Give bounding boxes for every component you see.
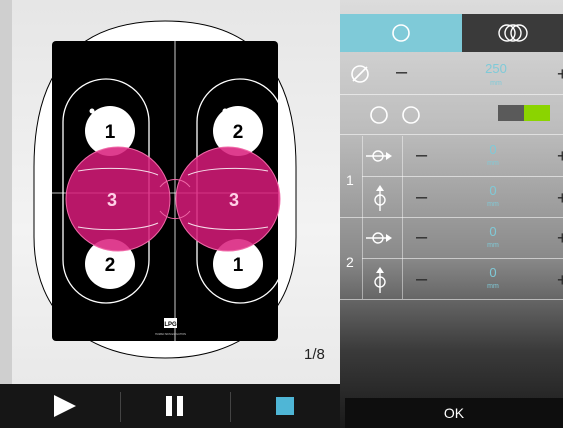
zone-3-left-label: 3 <box>107 190 117 210</box>
tab-single-circle[interactable] <box>340 14 462 52</box>
vertical-offset-icon <box>374 267 386 293</box>
zone-1-bottom-label: 1 <box>233 255 244 276</box>
stage-edge <box>0 0 12 384</box>
treatment-stage: 1 2 3 3 2 1 LPG HUMAN SKIN EVOLUTION 1/8 <box>0 0 340 384</box>
diameter-icon <box>351 65 369 83</box>
diameter-row: – 250 mm + <box>340 52 563 94</box>
zone-2-top-label: 2 <box>233 122 244 143</box>
zone-1-top-label: 1 <box>105 122 116 143</box>
group-2-vertical-plus-button[interactable]: + <box>557 271 563 289</box>
diameter-value[interactable]: 250 <box>466 61 526 76</box>
diameter-plus-button[interactable]: + <box>557 65 563 83</box>
dual-circle-icon <box>370 106 420 124</box>
group-2-horizontal-row: – 0 mm + <box>340 218 563 258</box>
stop-button[interactable] <box>230 384 340 428</box>
app-window: 1 2 3 3 2 1 LPG HUMAN SKIN EVOLUTION 1/8 <box>0 0 563 428</box>
group-2-horizontal-minus-button[interactable]: – <box>416 227 427 247</box>
group-1-horizontal-unit: mm <box>487 160 499 167</box>
group-2-horizontal-unit: mm <box>487 242 499 249</box>
vertical-offset-icon <box>374 185 386 211</box>
group-2-vertical-minus-button[interactable]: – <box>416 269 427 289</box>
lpg-logo-caption: HUMAN SKIN EVOLUTION <box>155 333 186 336</box>
diameter-unit: mm <box>490 80 502 87</box>
horizontal-offset-icon <box>366 150 392 162</box>
group-1-horizontal-value[interactable]: 0 <box>463 142 523 157</box>
diameter-minus-button[interactable]: – <box>396 62 407 82</box>
settings-panel: – 250 mm + 1 – 0 mm + – 0 mm + 2 – 0 mm … <box>340 0 563 428</box>
single-circle-icon <box>392 24 410 42</box>
group-2-horizontal-plus-button[interactable]: + <box>557 229 563 247</box>
play-icon <box>54 395 76 417</box>
toggle-row <box>340 94 563 134</box>
group-1-horizontal-row: – 0 mm + <box>340 136 563 176</box>
group-1-vertical-row: – 0 mm + <box>340 177 563 217</box>
lpg-logo-text: LPG <box>164 322 177 328</box>
group-1-vertical-plus-button[interactable]: + <box>557 189 563 207</box>
transport-bar <box>0 384 340 428</box>
page-counter: 1/8 <box>304 346 325 363</box>
link-toggle[interactable] <box>498 105 550 121</box>
tab-multi-circle[interactable] <box>462 14 563 52</box>
group-1-vertical-unit: mm <box>487 201 499 208</box>
applicator-diagram: 1 2 3 3 2 1 LPG HUMAN SKIN EVOLUTION <box>33 20 297 359</box>
group-1-horizontal-minus-button[interactable]: – <box>416 145 427 165</box>
group-2-horizontal-value[interactable]: 0 <box>463 224 523 239</box>
group-1-vertical-minus-button[interactable]: – <box>416 187 427 207</box>
pause-button[interactable] <box>120 384 230 428</box>
mode-tabs <box>340 14 563 52</box>
roller-left[interactable] <box>65 146 171 252</box>
ok-button[interactable]: OK <box>345 398 563 428</box>
play-button[interactable] <box>10 384 120 428</box>
group-1-vertical-value[interactable]: 0 <box>463 183 523 198</box>
zone-3-right-label: 3 <box>229 190 239 210</box>
group-2-vertical-row: – 0 mm + <box>340 259 563 299</box>
horizontal-offset-icon <box>366 232 392 244</box>
pause-icon <box>166 396 183 416</box>
group-2-vertical-unit: mm <box>487 283 499 290</box>
zone-2-bottom-label: 2 <box>105 255 116 276</box>
stop-icon <box>276 397 294 415</box>
multi-circle-icon <box>497 24 528 42</box>
group-2-vertical-value[interactable]: 0 <box>463 265 523 280</box>
group-1-horizontal-plus-button[interactable]: + <box>557 147 563 165</box>
